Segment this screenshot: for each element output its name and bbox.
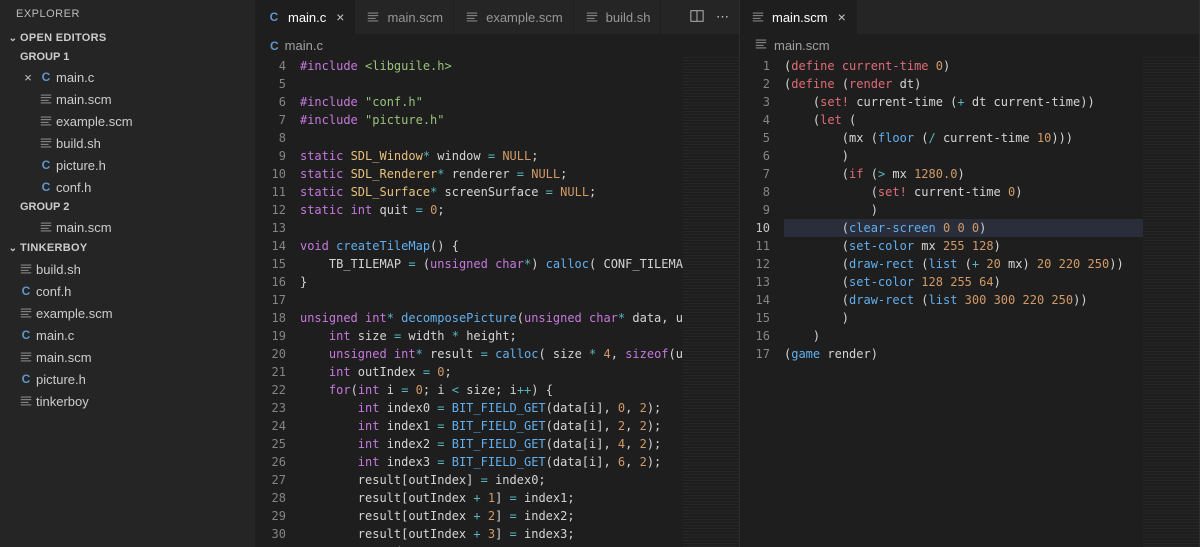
file-name: main.scm	[56, 220, 112, 235]
open-editors-header[interactable]: ⌄ OPEN EDITORS	[0, 28, 255, 48]
split-editor-icon[interactable]	[690, 9, 704, 26]
file-name: picture.h	[36, 372, 86, 387]
close-icon[interactable]: ×	[834, 9, 846, 25]
file-c-icon: C	[36, 180, 56, 194]
breadcrumb[interactable]: main.scm	[740, 35, 1199, 57]
tab-label: build.sh	[606, 10, 651, 25]
code-editor[interactable]: 4567891011121314151617181920212223242526…	[256, 57, 739, 547]
file-lines-icon	[16, 262, 36, 276]
file-lines-icon	[750, 10, 766, 24]
workspace-file[interactable]: example.scm	[0, 302, 255, 324]
file-name: example.scm	[36, 306, 113, 321]
close-icon[interactable]: ×	[20, 70, 36, 85]
explorer-title: EXPLORER	[0, 0, 255, 28]
line-gutter: 1234567891011121314151617	[740, 57, 784, 547]
editor-group-label: GROUP 1	[0, 48, 255, 66]
file-lines-icon	[36, 114, 56, 128]
tab-label: main.scm	[772, 10, 828, 25]
workspace-file[interactable]: Cconf.h	[0, 280, 255, 302]
file-lines-icon	[36, 220, 56, 234]
tab-label: main.c	[288, 10, 326, 25]
file-c-icon: C	[266, 10, 282, 24]
editor-tab[interactable]: Cmain.c ×	[256, 0, 355, 35]
minimap[interactable]	[683, 57, 739, 547]
file-c-icon: C	[16, 328, 36, 342]
file-name: build.sh	[36, 262, 81, 277]
open-editor-item[interactable]: main.scm	[0, 216, 255, 238]
workspace-header[interactable]: ⌄ TINKERBOY	[0, 238, 255, 258]
file-name: main.c	[56, 70, 94, 85]
editor-tab[interactable]: example.scm	[454, 0, 574, 35]
open-editor-item[interactable]: ×Cmain.c	[0, 66, 255, 88]
code-content[interactable]: (define current-time 0)(define (render d…	[784, 57, 1143, 547]
line-gutter: 4567891011121314151617181920212223242526…	[256, 57, 300, 547]
open-editor-item[interactable]: example.scm	[0, 110, 255, 132]
chevron-down-icon: ⌄	[6, 33, 20, 44]
open-editor-item[interactable]: build.sh	[0, 132, 255, 154]
workspace-file[interactable]: build.sh	[0, 258, 255, 280]
open-editors-label: OPEN EDITORS	[20, 32, 107, 44]
file-name: main.scm	[56, 92, 112, 107]
close-icon[interactable]: ×	[332, 9, 344, 25]
editor-group-1: Cmain.c × main.scm example.scm build.sh ⋯ C m…	[256, 0, 740, 547]
tab-label: example.scm	[486, 10, 563, 25]
tab-label: main.scm	[387, 10, 443, 25]
workspace-file[interactable]: Cmain.c	[0, 324, 255, 346]
file-c-icon: C	[16, 372, 36, 386]
file-lines-icon	[16, 350, 36, 364]
file-lines-icon	[365, 10, 381, 24]
file-lines-icon	[584, 10, 600, 24]
file-name: main.c	[36, 328, 74, 343]
file-c-icon: C	[36, 158, 56, 172]
more-icon[interactable]: ⋯	[716, 9, 729, 26]
tab-actions: ⋯	[680, 9, 739, 26]
workspace-file[interactable]: Cpicture.h	[0, 368, 255, 390]
tab-bar: Cmain.c × main.scm example.scm build.sh ⋯	[256, 0, 739, 35]
file-name: conf.h	[56, 180, 91, 195]
file-name: example.scm	[56, 114, 133, 129]
file-name: tinkerboy	[36, 394, 89, 409]
file-c-icon: C	[16, 284, 36, 298]
file-c-icon: C	[270, 39, 279, 53]
code-editor[interactable]: 1234567891011121314151617 (define curren…	[740, 57, 1199, 547]
minimap[interactable]	[1143, 57, 1199, 547]
file-lines-icon	[16, 394, 36, 408]
breadcrumb-text: main.c	[285, 38, 323, 53]
workspace-label: TINKERBOY	[20, 242, 87, 254]
file-lines-icon	[36, 92, 56, 106]
file-lines-icon	[16, 306, 36, 320]
workspace-file[interactable]: tinkerboy	[0, 390, 255, 412]
explorer-sidebar: EXPLORER ⌄ OPEN EDITORS GROUP 1×Cmain.cm…	[0, 0, 256, 547]
open-editor-item[interactable]: Cconf.h	[0, 176, 255, 198]
open-editor-item[interactable]: main.scm	[0, 88, 255, 110]
file-name: build.sh	[56, 136, 101, 151]
file-lines-icon	[36, 136, 56, 150]
editor-tab[interactable]: main.scm ×	[740, 0, 857, 35]
chevron-down-icon: ⌄	[6, 243, 20, 254]
file-name: main.scm	[36, 350, 92, 365]
breadcrumb-text: main.scm	[774, 38, 830, 53]
file-lines-icon	[754, 37, 768, 54]
breadcrumb[interactable]: C main.c	[256, 35, 739, 57]
editor-group-label: GROUP 2	[0, 198, 255, 216]
workspace-file[interactable]: main.scm	[0, 346, 255, 368]
editor-group-2: main.scm × main.scm 123456789101112131415…	[740, 0, 1200, 547]
file-name: picture.h	[56, 158, 106, 173]
file-name: conf.h	[36, 284, 71, 299]
editor-tab[interactable]: main.scm	[355, 0, 454, 35]
editor-tab[interactable]: build.sh	[574, 0, 662, 35]
code-content[interactable]: #include <libguile.h>#include "conf.h"#i…	[300, 57, 683, 547]
open-editor-item[interactable]: Cpicture.h	[0, 154, 255, 176]
file-lines-icon	[464, 10, 480, 24]
file-c-icon: C	[36, 70, 56, 84]
tab-bar: main.scm ×	[740, 0, 1199, 35]
editor-area: Cmain.c × main.scm example.scm build.sh ⋯ C m…	[256, 0, 1200, 547]
